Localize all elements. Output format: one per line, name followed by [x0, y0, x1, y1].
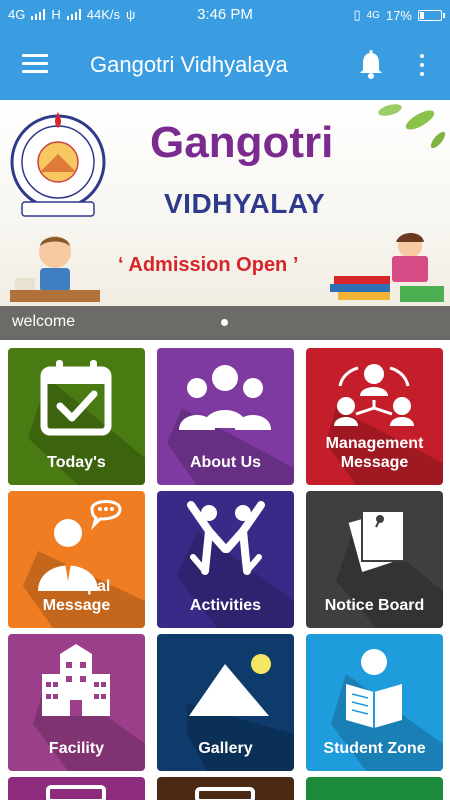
- banner-subtitle: VIDHYALAY: [164, 188, 326, 219]
- tile-label: Notice Board: [324, 597, 425, 614]
- tile-icon-partial: [195, 787, 255, 800]
- tile-label: Gallery: [198, 740, 253, 757]
- tile-gallery[interactable]: Gallery: [157, 634, 294, 771]
- activities-icon: [187, 501, 265, 575]
- tile-label: Principal Message: [42, 578, 111, 614]
- app-title: Gangotri Vidhyalaya: [90, 52, 288, 77]
- app-bar: Gangotri Vidhyalaya: [0, 30, 450, 100]
- kids-illustration-right: [330, 233, 444, 302]
- calendar-check-icon: [40, 360, 112, 436]
- kid-illustration-left: [10, 236, 100, 302]
- group-icon: [179, 365, 271, 430]
- notice-icon: [348, 510, 405, 573]
- banner-brand: Gangotri: [150, 118, 334, 167]
- leaves-decoration: [378, 104, 446, 149]
- battery-percent: 17%: [385, 7, 412, 23]
- building-icon: [42, 644, 110, 716]
- status-bar: 4G H 44K/s ψ 3:46 PM ▯ 4G 17%: [0, 0, 450, 30]
- banner-slider[interactable]: Gangotri VIDHYALAY ‘ Admission Open ’ we…: [0, 100, 450, 340]
- slider-indicator[interactable]: [221, 319, 228, 326]
- tile-more-3[interactable]: [306, 777, 443, 800]
- org-chart-icon: [334, 364, 414, 426]
- tile-label: Facility: [48, 740, 105, 757]
- tile-label: About Us: [189, 454, 262, 471]
- more-vert-icon[interactable]: [414, 52, 430, 78]
- tile-label: Activities: [189, 597, 262, 614]
- tile-activities[interactable]: Activities: [157, 491, 294, 628]
- bell-icon[interactable]: [358, 50, 384, 80]
- menu-grid: Today's About Us Management Message Prin…: [0, 340, 450, 800]
- school-logo: [10, 112, 106, 217]
- volte-icon: 4G: [366, 9, 380, 21]
- caption-text: welcome: [12, 313, 76, 330]
- tile-icon-partial: [46, 785, 106, 800]
- tile-notice-board[interactable]: Notice Board: [306, 491, 443, 628]
- tile-label: Management Message: [325, 435, 424, 471]
- tile-principal-message[interactable]: Principal Message: [8, 491, 145, 628]
- admission-text: ‘ Admission Open ’: [118, 254, 299, 276]
- tile-student-zone[interactable]: Student Zone: [306, 634, 443, 771]
- principal-icon: [38, 500, 122, 591]
- tile-todays[interactable]: Today's: [8, 348, 145, 485]
- tile-more-2[interactable]: [157, 777, 294, 800]
- tile-more-1[interactable]: [8, 777, 145, 800]
- battery-icon: [418, 9, 445, 21]
- vibrate-icon: ▯: [353, 7, 361, 22]
- tile-label: Today's: [47, 454, 106, 471]
- banner-caption: welcome: [0, 306, 450, 340]
- tile-facility[interactable]: Facility: [8, 634, 145, 771]
- reader-icon: [346, 649, 402, 728]
- tile-management-message[interactable]: Management Message: [306, 348, 443, 485]
- image-icon: [189, 654, 271, 716]
- tile-about-us[interactable]: About Us: [157, 348, 294, 485]
- menu-icon[interactable]: [22, 54, 48, 74]
- tile-label: Student Zone: [323, 740, 426, 757]
